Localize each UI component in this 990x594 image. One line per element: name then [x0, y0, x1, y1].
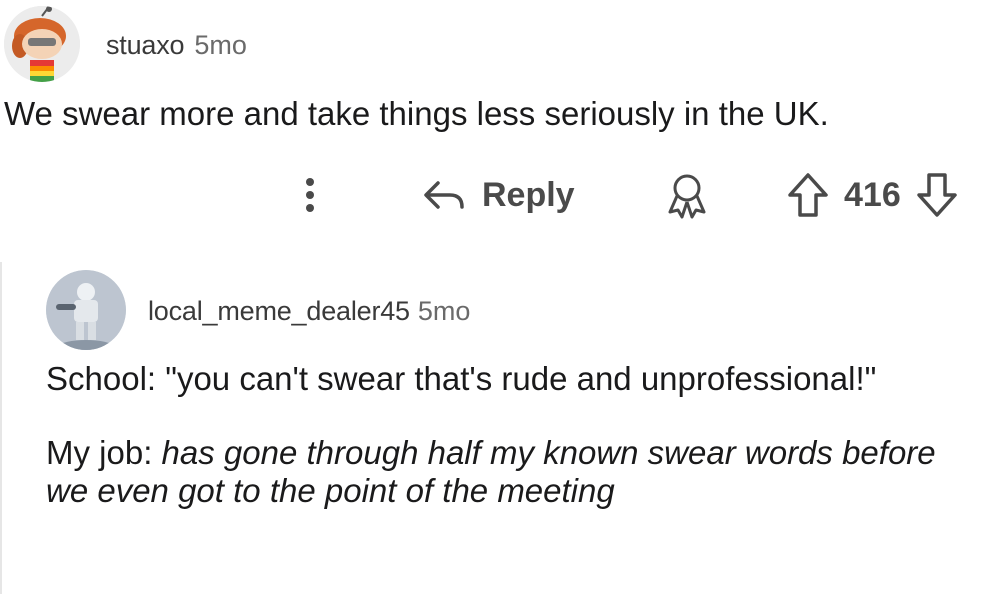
comment: stuaxo 5mo We swear more and take things…: [0, 0, 990, 240]
award-icon: [668, 174, 706, 219]
reply-button[interactable]: Reply: [420, 168, 575, 222]
avatar[interactable]: [4, 6, 80, 82]
comment-actions: Reply 416: [0, 160, 990, 230]
upvote-arrow-icon: [788, 173, 828, 217]
reply-italic-text: has gone through half my known swear wor…: [46, 434, 936, 509]
username[interactable]: local_meme_dealer45: [148, 296, 410, 327]
thread-line[interactable]: [0, 262, 2, 594]
reply-paragraph: My job: has gone through half my known s…: [46, 434, 976, 510]
award-button[interactable]: [662, 168, 712, 222]
comment-thread: stuaxo 5mo We swear more and take things…: [0, 0, 990, 594]
downvote-button[interactable]: [915, 170, 959, 220]
upvote-button[interactable]: [786, 170, 830, 220]
timestamp: 5mo: [194, 30, 247, 60]
comment-body: We swear more and take things less serio…: [4, 95, 829, 132]
avatar[interactable]: [46, 270, 126, 350]
reply-body: School: "you can't swear that's rude and…: [46, 360, 976, 546]
vote-controls: 416: [786, 168, 959, 222]
reply-text: My job:: [46, 434, 162, 471]
downvote-arrow-icon: [916, 173, 957, 217]
reply-meta: local_meme_dealer45 5mo: [148, 296, 470, 330]
comment-meta: stuaxo 5mo: [106, 30, 247, 64]
more-options-button[interactable]: [290, 170, 330, 220]
username[interactable]: stuaxo: [106, 30, 185, 61]
timestamp: 5mo: [417, 296, 471, 326]
reply-arrow-icon: [424, 181, 464, 209]
reply-label: Reply: [482, 175, 575, 214]
reply-paragraph: School: "you can't swear that's rude and…: [46, 360, 877, 397]
score: 416: [844, 175, 901, 214]
more-vertical-icon: [306, 178, 314, 212]
